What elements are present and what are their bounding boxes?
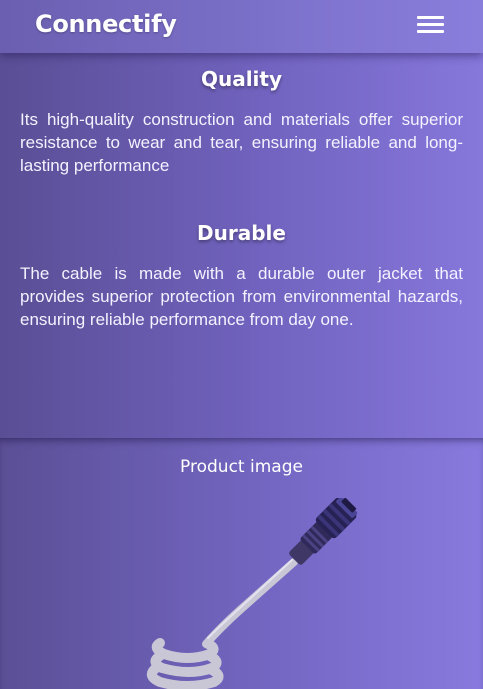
feature-text-durable: The cable is made with a durable outer j… bbox=[20, 264, 463, 329]
features-section: Quality Its high-quality construction an… bbox=[0, 53, 483, 438]
product-image-section: Product image bbox=[0, 438, 483, 689]
hamburger-menu-icon[interactable] bbox=[414, 12, 448, 38]
feature-text-quality: Its high-quality construction and materi… bbox=[20, 110, 463, 175]
brand-logo-text[interactable]: Connectify bbox=[35, 10, 177, 38]
page-background: Connectify Quality Its high-quality cons… bbox=[0, 0, 483, 689]
feature-title-quality: Quality bbox=[200, 67, 283, 91]
menu-bar bbox=[417, 23, 444, 26]
top-navbar: Connectify bbox=[0, 0, 483, 53]
product-image-label: Product image bbox=[180, 457, 303, 477]
menu-bar bbox=[417, 30, 444, 33]
menu-bar bbox=[417, 16, 444, 19]
feature-title-durable: Durable bbox=[197, 221, 286, 245]
ethernet-cable-icon bbox=[146, 498, 358, 689]
